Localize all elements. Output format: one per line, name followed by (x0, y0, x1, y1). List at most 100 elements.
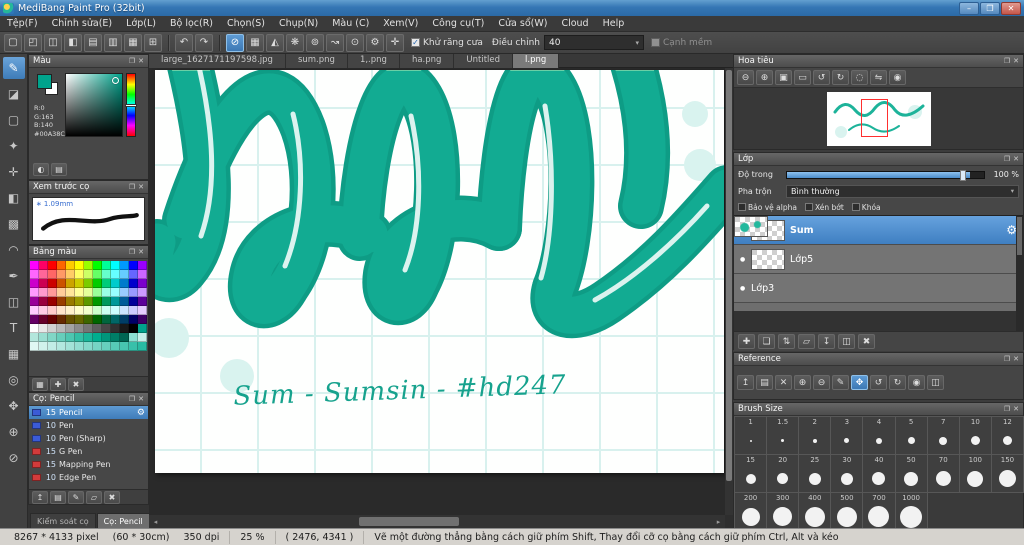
menu-item[interactable]: Lớp(L) (119, 16, 163, 32)
save-icon[interactable]: ◫ (44, 33, 62, 52)
palette-swatch[interactable] (138, 342, 147, 351)
nav-refresh-icon[interactable]: ◉ (889, 70, 906, 85)
palette-swatch[interactable] (75, 315, 84, 324)
brush-size-option[interactable]: 30 (830, 454, 864, 493)
menu-item[interactable]: Màu (C) (325, 16, 376, 32)
open-file-icon[interactable]: ◰ (24, 33, 42, 52)
palette-swatch[interactable] (120, 315, 129, 324)
palette-swatch[interactable] (57, 342, 66, 351)
palette-swatch[interactable] (129, 333, 138, 342)
adjust-dropdown[interactable]: 40 ▾ (543, 35, 644, 50)
panel-float-icon[interactable]: ❐ (1004, 57, 1010, 65)
palette-swatch[interactable] (30, 270, 39, 279)
brush-folder-icon[interactable]: ▱ (86, 490, 102, 504)
palette-swatch[interactable] (102, 324, 111, 333)
layers-scrollbar-handle[interactable] (1017, 217, 1022, 255)
nav-flip-icon[interactable]: ⇋ (870, 70, 887, 85)
palette-swatch[interactable] (84, 306, 93, 315)
palette-swatch[interactable] (120, 270, 129, 279)
palette-swatch[interactable] (30, 297, 39, 306)
paste-icon[interactable]: ▥ (104, 33, 122, 52)
brush-upload-icon[interactable]: ↥ (32, 490, 48, 504)
panel-close-icon[interactable]: ✕ (1013, 57, 1019, 65)
canvas-tab[interactable]: l.png (513, 54, 560, 68)
palette-swatch[interactable] (120, 279, 129, 288)
layer-item[interactable]: ● Lớp3 ⚙ (734, 216, 1023, 303)
palette-swatch[interactable] (93, 342, 102, 351)
redo-icon[interactable]: ↷ (195, 33, 213, 52)
menu-item[interactable]: Help (596, 16, 632, 32)
brush-size-option[interactable]: 4 (862, 416, 896, 455)
brush-delete-icon[interactable]: ✖ (104, 490, 120, 504)
ref-import-icon[interactable]: ↥ (737, 375, 754, 390)
snap-crisscross-icon[interactable]: ◭ (266, 33, 284, 52)
nav-actual-size-icon[interactable]: ▭ (794, 70, 811, 85)
palette-swatch[interactable] (66, 297, 75, 306)
palette-swatch[interactable] (111, 324, 120, 333)
duplicate-layer-button[interactable]: ❏ (758, 334, 775, 349)
nav-reset-rotation-icon[interactable]: ◌ (851, 70, 868, 85)
palette-swatch[interactable] (66, 288, 75, 297)
menu-item[interactable]: Bộ lọc(R) (163, 16, 220, 32)
menu-item[interactable]: Chọn(S) (220, 16, 272, 32)
menu-item[interactable]: Xem(V) (376, 16, 425, 32)
palette-swatch[interactable] (39, 306, 48, 315)
ref-open-icon[interactable]: ▤ (756, 375, 773, 390)
palette-swatch[interactable] (48, 270, 57, 279)
nav-rotate-right-icon[interactable]: ↻ (832, 70, 849, 85)
close-button[interactable]: ✕ (1001, 1, 1021, 15)
palette-swatch[interactable] (93, 315, 102, 324)
palette-swatch[interactable] (120, 342, 129, 351)
brush-size-option[interactable]: 100 (958, 454, 992, 493)
hue-slider[interactable] (125, 73, 137, 137)
brush-settings-icon[interactable]: ⚙ (137, 408, 145, 418)
palette-swatch[interactable] (129, 315, 138, 324)
eyedropper-tool[interactable]: ◎ (3, 369, 25, 391)
color-slider-icon[interactable]: ▤ (51, 163, 67, 176)
palette-swatch[interactable] (84, 333, 93, 342)
palette-swatch[interactable] (84, 288, 93, 297)
palette-swatch[interactable] (48, 261, 57, 270)
brush-size-option[interactable]: 400 (798, 492, 832, 531)
panel-close-icon[interactable]: ✕ (1013, 405, 1019, 413)
palette-swatch[interactable] (30, 342, 39, 351)
gradient-tool[interactable]: ▩ (3, 213, 25, 235)
snap-vanishing-icon[interactable]: ❋ (286, 33, 304, 52)
palette-swatch[interactable] (102, 306, 111, 315)
panel-close-icon[interactable]: ✕ (138, 57, 144, 65)
canvas-tab[interactable]: large_1627171197598.jpg (149, 54, 286, 68)
palette-swatch[interactable] (84, 261, 93, 270)
palette-delete-icon[interactable]: ✖ (68, 377, 84, 391)
palette-swatch[interactable] (129, 342, 138, 351)
palette-swatch[interactable] (102, 261, 111, 270)
palette-swatch[interactable] (84, 297, 93, 306)
brush-size-option[interactable]: 500 (830, 492, 864, 531)
brush-size-option[interactable]: 25 (798, 454, 832, 493)
snap-target-icon[interactable]: ✛ (386, 33, 404, 52)
palette-swatch[interactable] (39, 342, 48, 351)
panel-float-icon[interactable]: ❐ (1004, 355, 1010, 363)
palette-swatch[interactable] (102, 270, 111, 279)
snap-tool[interactable]: ⊘ (3, 447, 25, 469)
palette-swatch[interactable] (30, 279, 39, 288)
palette-swatch[interactable] (93, 261, 102, 270)
palette-swatch[interactable] (111, 270, 120, 279)
panel-close-icon[interactable]: ✕ (138, 183, 144, 191)
text-tool[interactable]: T (3, 317, 25, 339)
move-layer-button[interactable]: ⇅ (778, 334, 795, 349)
magic-wand-tool[interactable]: ✦ (3, 135, 25, 157)
palette-swatch[interactable] (93, 333, 102, 342)
snap-focus-icon[interactable]: ⊙ (346, 33, 364, 52)
palette-swatch[interactable] (84, 315, 93, 324)
palette-swatch[interactable] (102, 342, 111, 351)
brush-size-option[interactable]: 50 (894, 454, 928, 493)
palette-swatch[interactable] (138, 306, 147, 315)
brush-item[interactable]: 15 Mapping Pen ⚙ (29, 458, 148, 471)
color-picker-marker[interactable] (112, 77, 119, 84)
palette-swatch[interactable] (111, 288, 120, 297)
palette-swatch[interactable] (30, 261, 39, 270)
palette-swatch[interactable] (48, 288, 57, 297)
horizontal-scrollbar[interactable]: ◂ ▸ (149, 515, 725, 528)
palette-swatch[interactable] (48, 306, 57, 315)
panel-float-icon[interactable]: ❐ (129, 248, 135, 256)
